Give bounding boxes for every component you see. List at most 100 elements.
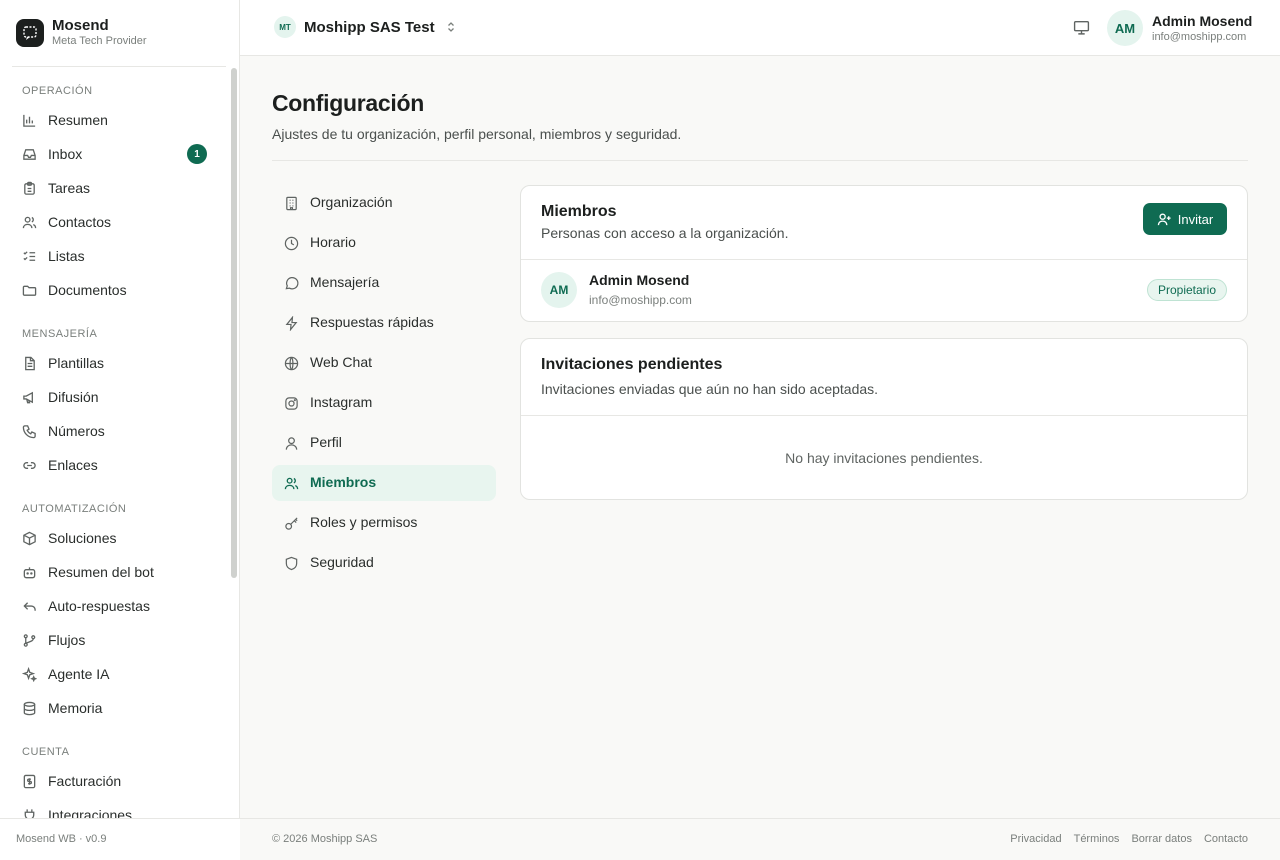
sidebar-item-memoria[interactable]: Memoria (12, 693, 218, 723)
divider (272, 160, 1248, 161)
settings-item-seguridad[interactable]: Seguridad (272, 545, 496, 581)
settings-item-horario[interactable]: Horario (272, 225, 496, 261)
footer-link-terminos[interactable]: Términos (1074, 833, 1120, 845)
receipt-icon (22, 774, 37, 789)
zap-icon (284, 316, 299, 331)
sidebar-item-label: Contactos (48, 214, 112, 230)
sidebar-item-documentos[interactable]: Documentos (12, 275, 218, 305)
sidebar-item-auto-respuestas[interactable]: Auto-respuestas (12, 591, 218, 621)
section-title-operacion: OPERACIÓN (22, 85, 93, 97)
sidebar-footer: Mosend WB · v0.9 (0, 818, 240, 860)
sidebar-item-label: Inbox (48, 146, 83, 162)
sidebar-item-integraciones[interactable]: Integraciones (12, 800, 218, 818)
section-title-mensajeria: MENSAJERÍA (22, 328, 98, 340)
settings-item-organizacion[interactable]: Organización (272, 185, 496, 221)
settings-item-miembros[interactable]: Miembros (272, 465, 496, 501)
sidebar-item-soluciones[interactable]: Soluciones (12, 523, 218, 553)
sidebar-item-resumen[interactable]: Resumen (12, 105, 218, 135)
sidebar-item-label: Agente IA (48, 666, 110, 682)
avatar[interactable]: AM (1107, 10, 1143, 46)
database-icon (22, 701, 37, 716)
users-icon (22, 215, 37, 230)
invite-button[interactable]: Invitar (1143, 203, 1227, 235)
sidebar-item-difusion[interactable]: Difusión (12, 382, 218, 412)
footer-link-privacidad[interactable]: Privacidad (1010, 833, 1061, 845)
card-title: Invitaciones pendientes (541, 356, 723, 373)
member-name: Admin Mosend (589, 272, 690, 288)
sidebar-item-label: Resumen del bot (48, 564, 154, 580)
footer-link-contacto[interactable]: Contacto (1204, 833, 1248, 845)
settings-item-respuestas-rapidas[interactable]: Respuestas rápidas (272, 305, 496, 341)
phone-icon (22, 424, 37, 439)
members-card: Miembros Personas con acceso a la organi… (520, 185, 1248, 322)
monitor-icon[interactable] (1073, 19, 1090, 36)
sidebar-item-listas[interactable]: Listas (12, 241, 218, 271)
sidebar-item-resumen-bot[interactable]: Resumen del bot (12, 557, 218, 587)
settings-item-label: Roles y permisos (310, 514, 418, 530)
sidebar-item-label: Flujos (48, 632, 86, 648)
sidebar-item-inbox[interactable]: Inbox 1 (12, 139, 218, 169)
member-email: info@moshipp.com (589, 293, 692, 307)
settings-item-label: Perfil (310, 434, 342, 450)
card-subtitle: Personas con acceso a la organización. (541, 225, 789, 241)
brand[interactable]: Mosend Meta Tech Provider (16, 17, 147, 48)
sidebar-item-label: Auto-respuestas (48, 598, 150, 614)
sidebar-item-tareas[interactable]: Tareas (12, 173, 218, 203)
unread-badge: 1 (187, 144, 207, 164)
brand-subtitle: Meta Tech Provider (52, 35, 147, 47)
chevrons-up-down-icon (445, 21, 457, 33)
sidebar-item-label: Tareas (48, 180, 91, 196)
building-icon (284, 196, 299, 211)
settings-item-label: Respuestas rápidas (310, 314, 434, 330)
org-avatar: MT (274, 16, 296, 38)
clock-icon (284, 236, 299, 251)
globe-icon (284, 356, 299, 371)
section-title-cuenta: CUENTA (22, 746, 70, 758)
user-name: Admin Mosend (1152, 13, 1253, 29)
sidebar-item-plantillas[interactable]: Plantillas (12, 348, 218, 378)
settings-item-mensajeria[interactable]: Mensajería (272, 265, 496, 301)
inbox-icon (22, 147, 37, 162)
settings-item-instagram[interactable]: Instagram (272, 385, 496, 421)
sidebar-item-label: Soluciones (48, 530, 117, 546)
settings-item-web-chat[interactable]: Web Chat (272, 345, 496, 381)
sparkles-icon (22, 667, 37, 682)
package-icon (22, 531, 37, 546)
git-branch-icon (22, 633, 37, 648)
folder-icon (22, 283, 37, 298)
bar-chart-icon (22, 113, 37, 128)
sidebar-item-label: Documentos (48, 282, 127, 298)
settings-item-roles[interactable]: Roles y permisos (272, 505, 496, 541)
org-name: Moshipp SAS Test (304, 18, 435, 36)
sidebar-item-label: Resumen (48, 112, 108, 128)
sidebar-item-label: Plantillas (48, 355, 105, 371)
settings-item-label: Organización (310, 194, 393, 210)
footer-link-borrar-datos[interactable]: Borrar datos (1131, 833, 1192, 845)
sidebar-item-flujos[interactable]: Flujos (12, 625, 218, 655)
card-subtitle: Invitaciones enviadas que aún no han sid… (541, 381, 879, 397)
sidebar-item-label: Memoria (48, 700, 103, 716)
user-plus-icon (1157, 212, 1172, 227)
clipboard-icon (22, 181, 37, 196)
settings-item-perfil[interactable]: Perfil (272, 425, 496, 461)
sidebar-item-agente-ia[interactable]: Agente IA (12, 659, 218, 689)
sidebar-item-label: Difusión (48, 389, 99, 405)
settings-item-label: Horario (310, 234, 356, 250)
sidebar-item-facturacion[interactable]: Facturación (12, 766, 218, 796)
sidebar-item-contactos[interactable]: Contactos (12, 207, 218, 237)
invite-button-label: Invitar (1177, 211, 1214, 227)
footer-links: Privacidad Términos Borrar datos Contact… (1010, 833, 1248, 845)
footer: © 2026 Moshipp SAS Privacidad Términos B… (240, 818, 1280, 860)
sidebar-scrollbar[interactable] (231, 68, 237, 578)
list-checks-icon (22, 249, 37, 264)
org-switcher[interactable]: MT Moshipp SAS Test (274, 16, 457, 38)
settings-item-label: Instagram (310, 394, 373, 410)
sidebar-item-numeros[interactable]: Números (12, 416, 218, 446)
sidebar-item-label: Listas (48, 248, 85, 264)
sidebar-item-label: Números (48, 423, 105, 439)
plug-icon (22, 808, 37, 818)
settings-item-label: Mensajería (310, 274, 380, 290)
sidebar-item-enlaces[interactable]: Enlaces (12, 450, 218, 480)
brand-logo-icon (16, 18, 44, 47)
user-icon (284, 436, 299, 451)
